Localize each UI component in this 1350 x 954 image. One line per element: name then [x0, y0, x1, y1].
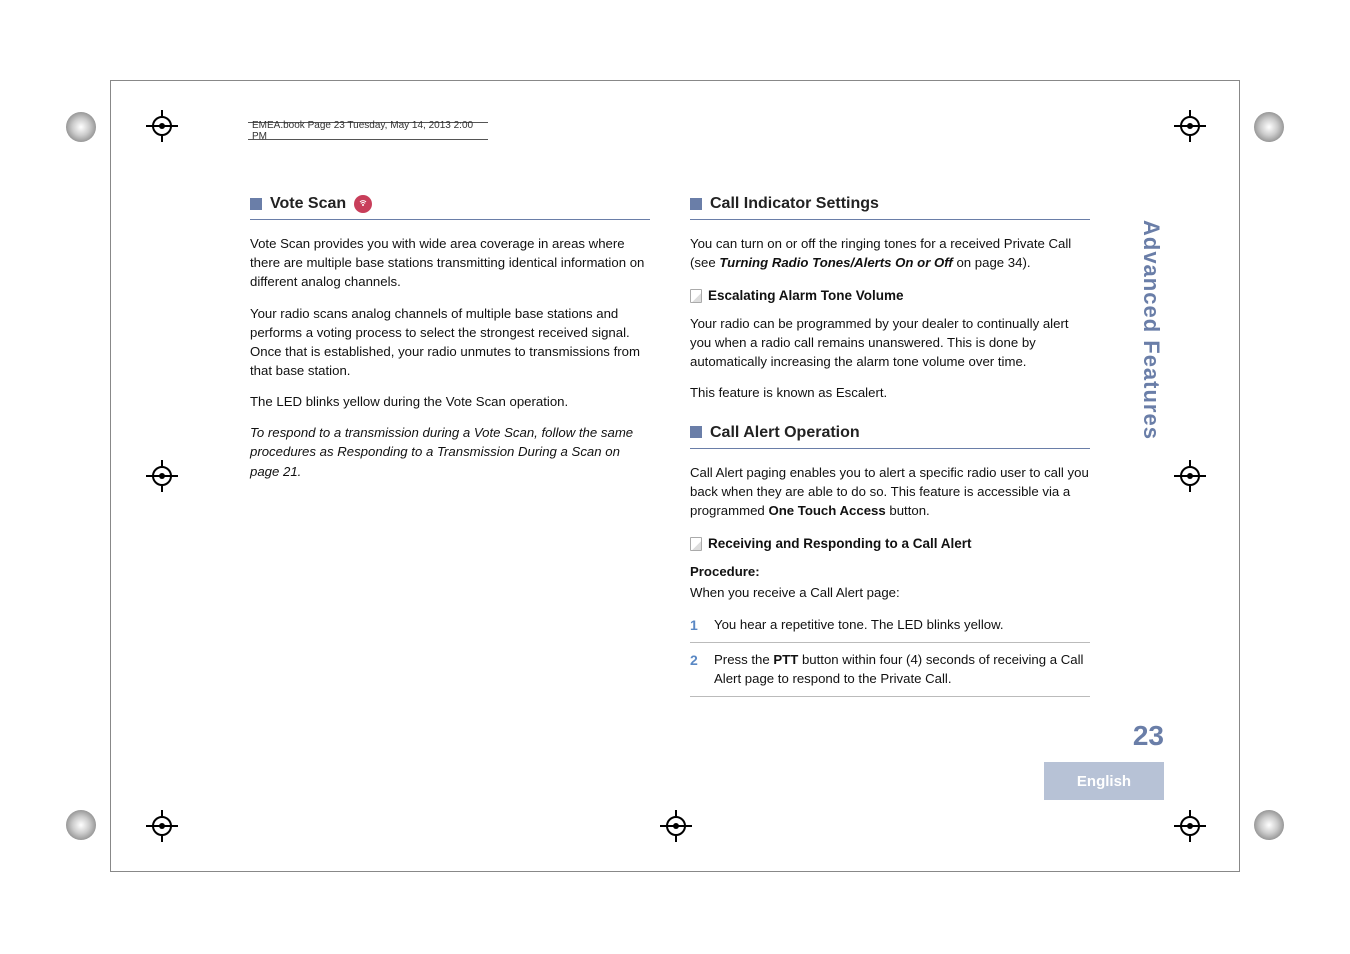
- section-bullet-icon: [690, 426, 702, 438]
- section-call-indicator: Call Indicator Settings: [690, 192, 1090, 220]
- body-text: The LED blinks yellow during the Vote Sc…: [250, 392, 650, 411]
- step-text: Press the PTT button within four (4) sec…: [714, 650, 1090, 688]
- language-box: English: [1044, 762, 1164, 800]
- subsection-escalating: Escalating Alarm Tone Volume: [690, 286, 1090, 306]
- subheading-text: Escalating Alarm Tone Volume: [708, 286, 904, 306]
- reg-target: [664, 814, 688, 838]
- reg-disc: [66, 112, 96, 142]
- body-text: Vote Scan provides you with wide area co…: [250, 234, 650, 291]
- page-number: 23: [1133, 720, 1164, 752]
- text-bold: PTT: [773, 652, 798, 667]
- right-column: Call Indicator Settings You can turn on …: [690, 192, 1090, 792]
- reg-target: [1178, 114, 1202, 138]
- page-icon: [690, 537, 702, 551]
- running-header: EMEA.book Page 23 Tuesday, May 14, 2013 …: [248, 122, 488, 140]
- reg-target: [150, 114, 174, 138]
- section-bullet-icon: [250, 198, 262, 210]
- step-number: 2: [690, 650, 704, 688]
- reg-disc: [66, 810, 96, 840]
- heading-text: Call Indicator Settings: [710, 192, 879, 215]
- body-text: Your radio scans analog channels of mult…: [250, 304, 650, 381]
- text-run: on page 34).: [953, 255, 1031, 270]
- left-column: Vote Scan Vote Scan provides you with wi…: [250, 192, 650, 792]
- reg-target: [150, 464, 174, 488]
- reg-disc: [1254, 810, 1284, 840]
- section-bullet-icon: [690, 198, 702, 210]
- text-bold: One Touch Access: [768, 503, 885, 518]
- text-run: Press the: [714, 652, 773, 667]
- reg-target: [1178, 814, 1202, 838]
- step-number: 1: [690, 615, 704, 635]
- procedure-label: Procedure:: [690, 562, 1090, 581]
- reg-target: [1178, 464, 1202, 488]
- body-text: Your radio can be programmed by your dea…: [690, 314, 1090, 371]
- section-vote-scan: Vote Scan: [250, 192, 650, 220]
- subsection-receiving: Receiving and Responding to a Call Alert: [690, 534, 1090, 554]
- text-run: button.: [886, 503, 930, 518]
- subheading-text: Receiving and Responding to a Call Alert: [708, 534, 972, 554]
- body-text: Call Alert paging enables you to alert a…: [690, 463, 1090, 520]
- step-text: You hear a repetitive tone. The LED blin…: [714, 615, 1004, 635]
- reg-target: [150, 814, 174, 838]
- heading-text: Vote Scan: [270, 192, 346, 215]
- procedure-step: 2 Press the PTT button within four (4) s…: [690, 643, 1090, 696]
- antenna-icon: [354, 195, 372, 213]
- section-call-alert: Call Alert Operation: [690, 421, 1090, 449]
- body-text: This feature is known as Escalert.: [690, 383, 1090, 402]
- body-text-italic: To respond to a transmission during a Vo…: [250, 423, 650, 480]
- xref-link: Turning Radio Tones/Alerts On or Off: [719, 255, 952, 270]
- procedure-intro: When you receive a Call Alert page:: [690, 583, 1090, 602]
- page-icon: [690, 289, 702, 303]
- procedure-step: 1 You hear a repetitive tone. The LED bl…: [690, 608, 1090, 643]
- heading-text: Call Alert Operation: [710, 421, 860, 444]
- body-text: You can turn on or off the ringing tones…: [690, 234, 1090, 272]
- reg-disc: [1254, 112, 1284, 142]
- page-content: Vote Scan Vote Scan provides you with wi…: [250, 192, 1090, 792]
- runhead-text: EMEA.book Page 23 Tuesday, May 14, 2013 …: [252, 120, 488, 142]
- side-tab-section: Advanced Features: [1134, 220, 1164, 450]
